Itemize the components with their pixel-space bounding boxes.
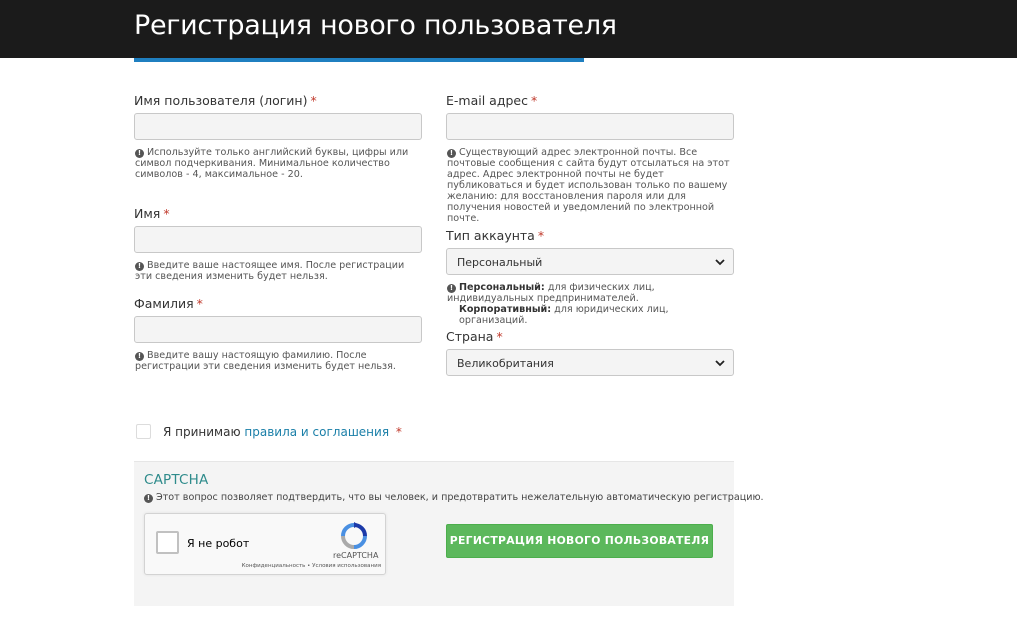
country-selected: Великобритания <box>457 357 554 370</box>
first-name-input[interactable] <box>134 226 422 253</box>
required-mark: * <box>496 329 503 344</box>
country-select[interactable]: Великобритания <box>446 349 734 376</box>
last-name-help: ! Введите вашу настоящую фамилию. После р… <box>135 350 420 372</box>
captcha-help-text: Этот вопрос позволяет подтвердить, что в… <box>156 492 764 503</box>
captcha-help: ! Этот вопрос позволяет подтвердить, что … <box>144 492 764 503</box>
email-help: ! Существующий адрес электронной почты. В… <box>447 147 732 224</box>
recaptcha-links: Конфиденциальность • Условия использован… <box>231 563 381 569</box>
username-help-text: Используйте только английский буквы, циф… <box>135 147 409 180</box>
account-type-label: Тип аккаунта * <box>446 228 544 243</box>
last-name-help-text: Введите вашу настоящую фамилию. После ре… <box>135 350 396 372</box>
first-name-help: ! Введите ваше настоящее имя. После регис… <box>135 260 420 282</box>
account-type-help: ! Персональный: для физических лиц, индив… <box>447 282 732 326</box>
info-icon: ! <box>447 284 456 293</box>
register-button[interactable]: РЕГИСТРАЦИЯ НОВОГО ПОЛЬЗОВАТЕЛЯ <box>446 524 713 558</box>
last-name-label: Фамилия * <box>134 296 203 311</box>
account-type-selected: Персональный <box>457 256 543 269</box>
title-underline <box>134 58 584 62</box>
required-mark: * <box>530 93 538 108</box>
recaptcha-widget: Я не робот reCAPTCHA Конфиденциальность … <box>144 513 386 575</box>
account-type-help-corporate: Корпоративный: для юридических лиц, орга… <box>447 304 732 326</box>
recaptcha-checkbox[interactable] <box>156 531 179 554</box>
last-name-input[interactable] <box>134 316 422 343</box>
first-name-label-text: Имя <box>134 206 161 221</box>
info-icon: ! <box>135 149 144 158</box>
page-title: Регистрация нового пользователя <box>134 10 617 41</box>
required-mark: * <box>537 228 545 243</box>
chevron-down-icon <box>715 259 725 266</box>
first-name-help-text: Введите ваше настоящее имя. После регист… <box>135 260 405 282</box>
personal-title: Персональный: <box>459 282 545 293</box>
email-input[interactable] <box>446 113 734 140</box>
username-input[interactable] <box>134 113 422 140</box>
terms-text: Я принимаю правила и соглашения * <box>163 425 402 439</box>
country-label-text: Страна <box>446 329 494 344</box>
terms-prefix: Я принимаю <box>163 425 241 439</box>
info-icon: ! <box>447 149 456 158</box>
recaptcha-label: Я не робот <box>187 537 250 550</box>
terms-checkbox[interactable] <box>136 424 151 439</box>
account-type-label-text: Тип аккаунта <box>446 228 535 243</box>
recaptcha-terms-link[interactable]: Условия использования <box>312 563 381 569</box>
account-type-select[interactable]: Персональный <box>446 248 734 275</box>
username-help: ! Используйте только английский буквы, ци… <box>135 147 427 180</box>
corporate-title: Корпоративный: <box>459 304 552 315</box>
terms-link[interactable]: правила и соглашения <box>244 425 389 439</box>
required-mark: * <box>196 296 203 311</box>
recaptcha-logo-icon <box>341 522 367 549</box>
recaptcha-separator: • <box>307 563 311 569</box>
required-mark: * <box>395 425 402 439</box>
required-mark: * <box>310 93 317 108</box>
required-mark: * <box>163 206 170 221</box>
info-icon: ! <box>135 352 144 361</box>
email-label-text: E-mail адрес <box>446 93 528 108</box>
info-icon: ! <box>135 262 144 271</box>
first-name-label: Имя * <box>134 206 170 221</box>
captcha-panel: CAPTCHA ! Этот вопрос позволяет подтверди… <box>134 461 764 606</box>
email-help-text: Существующий адрес электронной почты. Вс… <box>447 147 730 224</box>
recaptcha-brand: reCAPTCHA <box>333 551 379 560</box>
info-icon: ! <box>144 494 153 503</box>
last-name-label-text: Фамилия <box>134 296 194 311</box>
chevron-down-icon <box>715 360 725 367</box>
recaptcha-privacy-link[interactable]: Конфиденциальность <box>242 563 306 569</box>
country-label: Страна * <box>446 329 503 344</box>
captcha-title: CAPTCHA <box>144 472 209 488</box>
email-label: E-mail адрес * <box>446 93 537 108</box>
account-type-help-personal: ! Персональный: для физических лиц, индив… <box>447 282 732 304</box>
username-label-text: Имя пользователя (логин) <box>134 93 308 108</box>
username-label: Имя пользователя (логин) * <box>134 93 317 108</box>
